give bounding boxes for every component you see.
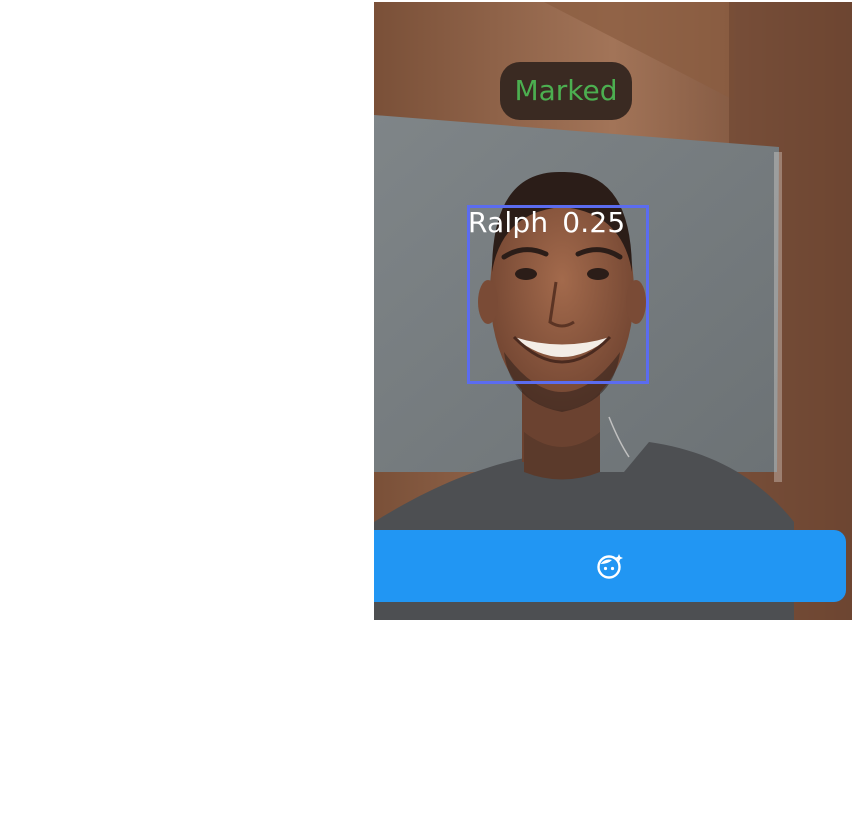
face-retouching-icon [597, 554, 623, 579]
attendance-status-badge: Marked [500, 62, 632, 120]
face-detection-label: Ralph 0.25 [468, 206, 625, 240]
recognized-name: Ralph [468, 206, 549, 239]
attendance-status-text: Marked [514, 74, 618, 107]
face-scan-button[interactable] [374, 530, 846, 602]
camera-preview: Marked Ralph 0.25 [374, 2, 852, 620]
recognition-score: 0.25 [562, 206, 626, 239]
